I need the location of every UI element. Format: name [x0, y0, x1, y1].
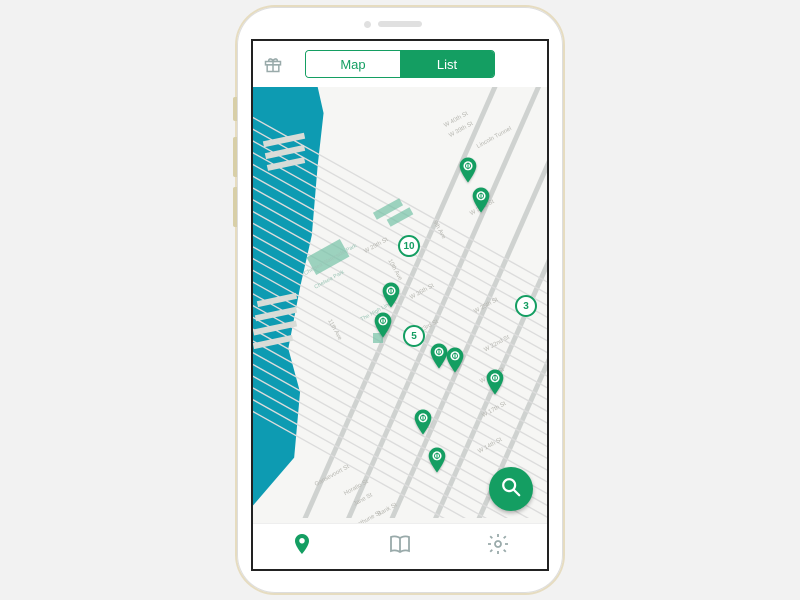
map-pin[interactable]	[373, 312, 393, 338]
map-pin[interactable]	[485, 369, 505, 395]
map-pin[interactable]	[427, 447, 447, 473]
map-pin[interactable]	[458, 157, 478, 183]
app-screen: Map List	[251, 39, 549, 571]
phone-speaker	[378, 21, 422, 27]
segment-list[interactable]: List	[400, 51, 494, 77]
search-fab[interactable]	[489, 467, 533, 511]
gift-icon[interactable]	[263, 54, 283, 74]
magnifier-icon	[500, 476, 522, 503]
tab-bar	[253, 523, 547, 569]
map-pin[interactable]	[413, 409, 433, 435]
map-pin[interactable]	[471, 187, 491, 213]
phone-frame: Map List	[235, 5, 565, 595]
phone-camera-dot	[364, 21, 371, 28]
map-pin[interactable]	[445, 347, 465, 373]
segment-map[interactable]: Map	[306, 51, 400, 77]
phone-side-button	[233, 97, 237, 121]
gear-icon	[486, 532, 510, 561]
phone-side-button	[233, 137, 237, 177]
phone-side-button	[233, 187, 237, 227]
map-cluster[interactable]: 5	[403, 325, 425, 347]
map-view[interactable]: W 40th St W 39th St W 33rd St W 29th St …	[253, 87, 547, 523]
view-toggle: Map List	[305, 50, 495, 78]
tab-guide[interactable]	[387, 534, 413, 560]
tab-settings[interactable]	[485, 534, 511, 560]
map-cluster[interactable]: 10	[398, 235, 420, 257]
book-icon	[388, 532, 412, 561]
map-pin[interactable]	[381, 282, 401, 308]
map-cluster[interactable]: 3	[515, 295, 537, 317]
top-bar: Map List	[253, 41, 547, 87]
map-pin-icon	[290, 532, 314, 561]
tab-map[interactable]	[289, 534, 315, 560]
